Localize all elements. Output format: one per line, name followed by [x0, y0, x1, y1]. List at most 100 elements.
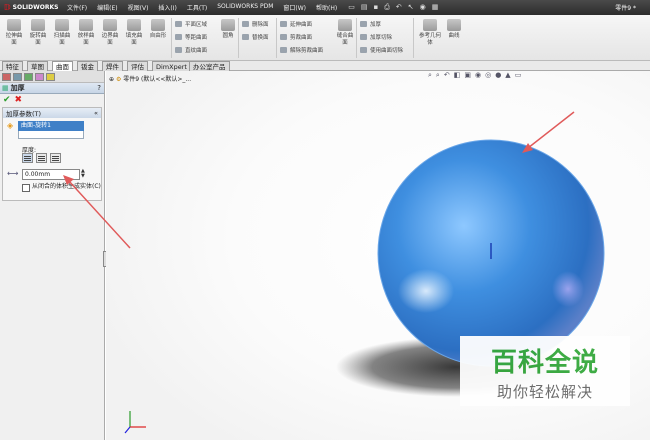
reference-geometry-button[interactable]: 参考几何体 [418, 19, 442, 47]
command-tabs: 特征 草图 曲面 钣金 焊件 评估 DimXpert 办公室产品 [0, 61, 650, 71]
fill-surface-icon [127, 19, 141, 31]
offset-surface-button[interactable]: 等距曲面 [175, 33, 207, 41]
ok-check-icon[interactable]: ✔ [3, 95, 11, 105]
ribbon-divider [171, 18, 172, 58]
tab-features[interactable]: 特征 [2, 61, 23, 71]
feature-title: ▦ 加厚 ? [0, 83, 104, 94]
heads-up-view-toolbar: ⌕ ⌕ ↶ ◧ ▣ ◉ ◎ ● ▲ ▭ [428, 71, 521, 80]
hide-show-icon[interactable]: ◎ [485, 71, 491, 80]
menu-help[interactable]: 帮助(H) [311, 3, 342, 12]
cut-with-surface-icon [360, 47, 367, 53]
property-manager: ▦ 加厚 ? ✔ ✖ 加厚参数(T) « ◈ 曲面-旋转1 厚度: ⟷ 0.00… [0, 71, 107, 440]
menu-pdm[interactable]: SOLIDWORKS PDM [212, 3, 278, 12]
print-icon[interactable]: ⎙ [384, 3, 390, 12]
previous-view-icon[interactable]: ↶ [444, 71, 450, 80]
feature-tree-flyout[interactable]: ⊕ ⚙ 零件9 (默认<<默认>_... [109, 74, 191, 83]
extend-surface-icon [280, 21, 287, 27]
menu-insert[interactable]: 插入(I) [153, 3, 181, 12]
planar-surface-icon [175, 21, 182, 27]
swept-surface-button[interactable]: 扫描曲面 [52, 19, 72, 47]
view-settings-icon[interactable]: ▭ [515, 71, 522, 80]
thicken-side2-button[interactable] [50, 153, 61, 163]
section-view-icon[interactable]: ◧ [454, 71, 461, 80]
sweep-surface-icon [55, 19, 69, 31]
config-manager-tab-icon[interactable] [24, 73, 33, 81]
boundary-surface-button[interactable]: 边界曲面 [100, 19, 120, 47]
rebuild-icon[interactable]: ◉ [420, 3, 426, 12]
tab-surfaces[interactable]: 曲面 [52, 61, 73, 71]
scene-icon[interactable]: ▲ [505, 71, 510, 80]
zoom-to-fit-icon[interactable]: ⌕ [428, 71, 432, 80]
selection-list[interactable] [18, 131, 84, 139]
cancel-x-icon[interactable]: ✖ [15, 95, 23, 105]
part-icon: ⚙ [115, 76, 122, 83]
ribbon-divider [356, 18, 357, 58]
create-solid-checkbox[interactable] [22, 184, 30, 192]
thicken-button[interactable]: 加厚 [360, 20, 381, 28]
extend-surface-button[interactable]: 延伸曲面 [280, 20, 312, 28]
menu-edit[interactable]: 编辑(E) [92, 3, 122, 12]
offset-surface-icon [175, 34, 182, 40]
view-orientation-icon[interactable]: ▣ [464, 71, 471, 80]
new-icon[interactable]: ▭ [348, 3, 355, 12]
menu-view[interactable]: 视图(V) [123, 3, 154, 12]
lofted-surface-button[interactable]: 放样曲面 [76, 19, 96, 47]
trim-surface-icon [280, 34, 287, 40]
freeform-button[interactable]: 自由形 [148, 19, 168, 40]
open-icon[interactable]: ▤ [361, 3, 368, 12]
property-manager-tab-icon[interactable] [13, 73, 22, 81]
fillet-button[interactable]: 圆角 [218, 19, 238, 40]
menu-file[interactable]: 文件(F) [62, 3, 92, 12]
knit-surface-button[interactable]: 缝合曲面 [336, 19, 354, 47]
tab-weldments[interactable]: 焊件 [102, 61, 123, 71]
trim-surface-button[interactable]: 剪裁曲面 [280, 33, 312, 41]
menu-tools[interactable]: 工具(T) [182, 3, 212, 12]
ruled-surface-button[interactable]: 直纹曲面 [175, 46, 207, 54]
tab-evaluate[interactable]: 评估 [127, 61, 148, 71]
revolved-surface-button[interactable]: 旋转曲面 [28, 19, 48, 47]
tab-dimxpert[interactable]: DimXpert [152, 61, 191, 71]
tab-sketch[interactable]: 草图 [27, 61, 48, 71]
help-icon[interactable]: ? [97, 84, 101, 92]
cut-with-surface-button[interactable]: 使用曲面切除 [360, 46, 403, 54]
appearance-icon[interactable]: ● [495, 71, 501, 80]
ds-logo-icon: 𝔻 [4, 3, 11, 12]
display-style-icon[interactable]: ◉ [475, 71, 481, 80]
display-manager-tab-icon[interactable] [46, 73, 55, 81]
group-header[interactable]: 加厚参数(T) « [3, 108, 101, 118]
undo-icon[interactable]: ↶ [396, 3, 402, 12]
graphics-area[interactable]: ⊕ ⚙ 零件9 (默认<<默认>_... ⌕ ⌕ ↶ ◧ ▣ ◉ ◎ ● ▲ ▭… [106, 71, 650, 440]
options-icon[interactable]: ▦ [432, 3, 439, 12]
surface-select-icon: ◈ [7, 121, 14, 130]
loft-surface-icon [79, 19, 93, 31]
thicken-feature-icon: ▦ [2, 84, 9, 92]
extruded-surface-button[interactable]: 拉伸曲面 [4, 19, 24, 47]
zoom-area-icon[interactable]: ⌕ [436, 71, 440, 80]
selected-surface-item[interactable]: 曲面-旋转1 [18, 121, 84, 131]
dimxpert-tab-icon[interactable] [35, 73, 44, 81]
delete-face-button[interactable]: 删除面 [242, 20, 269, 28]
menu-window[interactable]: 窗口(W) [278, 3, 311, 12]
tab-office-products[interactable]: 办公室产品 [189, 61, 230, 71]
thickness-spinner[interactable]: ▲ ▼ [81, 169, 85, 179]
ribbon-divider [238, 18, 239, 58]
thicken-side1-button[interactable] [22, 153, 33, 163]
curves-button[interactable]: 曲线 [444, 19, 464, 40]
filled-surface-button[interactable]: 填充曲面 [124, 19, 144, 47]
collapse-chevron-icon[interactable]: « [94, 109, 98, 117]
thicken-both-sides-button[interactable] [36, 153, 47, 163]
ruled-surface-icon [175, 47, 182, 53]
tab-sheet-metal[interactable]: 钣金 [77, 61, 98, 71]
replace-face-button[interactable]: 替换面 [242, 33, 269, 41]
solidworks-logo[interactable]: 𝔻 SOLIDWORKS [0, 3, 62, 12]
title-bar: 𝔻 SOLIDWORKS 文件(F) 编辑(E) 视图(V) 插入(I) 工具(T… [0, 0, 650, 15]
thickness-icon: ⟷ [7, 169, 19, 178]
select-icon[interactable]: ↖ [408, 3, 414, 12]
thickness-input[interactable]: 0.00mm [22, 169, 80, 180]
sphere-highlight [398, 269, 454, 313]
planar-surface-button[interactable]: 平面区域 [175, 20, 207, 28]
thickened-cut-button[interactable]: 加厚切除 [360, 33, 392, 41]
feature-tree-tab-icon[interactable] [2, 73, 11, 81]
save-icon[interactable]: ▪ [373, 3, 378, 12]
untrim-surface-button[interactable]: 解除剪裁曲面 [280, 46, 323, 54]
